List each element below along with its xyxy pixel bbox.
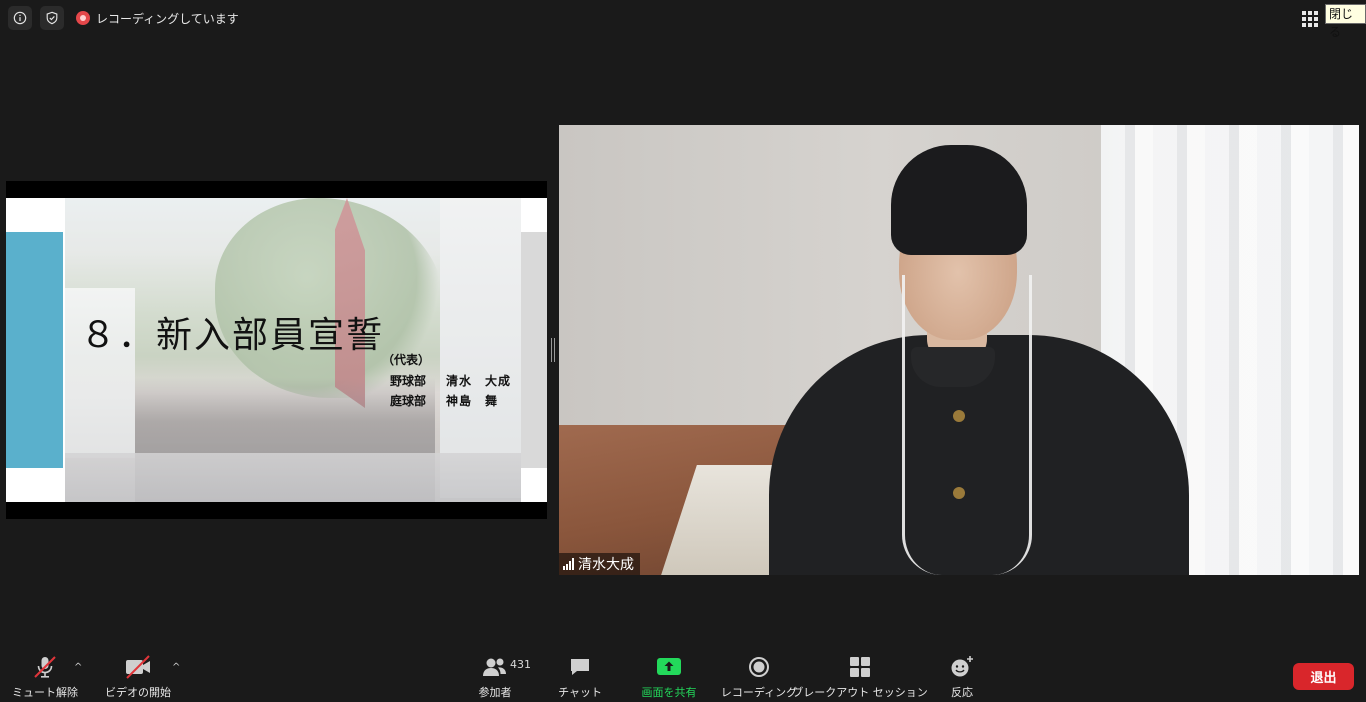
meeting-info-button[interactable] — [8, 6, 32, 30]
slide-member-row: 庭球部 神島 舞 — [390, 392, 516, 409]
share-screen-icon — [657, 658, 681, 675]
recording-icon — [76, 11, 90, 25]
slide-representative-label: （代表） — [382, 353, 431, 367]
slide-accent-bar — [6, 232, 63, 468]
video-options-caret[interactable]: ^ — [172, 662, 180, 673]
gallery-grid-icon[interactable] — [1302, 11, 1318, 27]
microphone-muted-icon — [34, 656, 56, 678]
slide-side-panel — [521, 232, 547, 468]
split-view-divider[interactable] — [551, 338, 555, 362]
reactions-button[interactable]: 反応 — [944, 654, 980, 700]
participants-label: 参加者 — [478, 686, 512, 699]
shield-icon — [46, 11, 58, 25]
participants-count: 431 — [510, 658, 531, 671]
record-button[interactable]: レコーディング — [721, 654, 797, 700]
breakout-rooms-icon — [850, 657, 870, 677]
meeting-top-bar: レコーディングしています 閉じる — [0, 0, 1366, 39]
participant-name: 清水大成 — [578, 557, 634, 573]
participant-video-tile[interactable]: 清水大成 — [559, 125, 1359, 575]
reactions-label: 反応 — [951, 686, 973, 699]
slide-club: 庭球部 — [390, 394, 427, 408]
start-video-button[interactable]: ビデオの開始 — [105, 654, 171, 700]
participants-icon — [483, 658, 506, 676]
close-tooltip: 閉じる — [1325, 4, 1366, 39]
slide-member-name: 神島 舞 — [446, 394, 499, 408]
breakout-rooms-label: ブレークアウト セッション — [792, 686, 928, 699]
info-icon — [13, 11, 27, 25]
breakout-rooms-button[interactable]: ブレークアウト セッション — [792, 654, 928, 700]
record-icon — [749, 657, 769, 677]
audio-options-caret[interactable]: ^ — [74, 662, 82, 673]
unmute-label: ミュート解除 — [12, 686, 78, 699]
leave-meeting-button[interactable]: 退出 — [1293, 663, 1354, 690]
slide-member-name: 清水 大成 — [446, 374, 512, 388]
meeting-toolbar: ミュート解除 ^ ビデオの開始 ^ 参加者 431 チャット 画面を共有 レコー… — [0, 644, 1366, 702]
slide-title: ８．新入部員宣誓 — [80, 315, 385, 356]
reaction-icon — [951, 656, 973, 677]
signal-icon — [563, 558, 574, 570]
start-video-label: ビデオの開始 — [105, 686, 171, 699]
recording-indicator[interactable]: レコーディングしています — [76, 8, 239, 28]
video-off-icon — [126, 655, 150, 679]
share-screen-label: 画面を共有 — [641, 686, 697, 699]
recording-status-text: レコーディングしています — [96, 11, 239, 26]
chat-label: チャット — [558, 686, 602, 699]
chat-button[interactable]: チャット — [558, 654, 602, 700]
share-screen-button[interactable]: 画面を共有 — [638, 654, 700, 700]
presentation-slide: ８．新入部員宣誓 （代表） 野球部 清水 大成 庭球部 神島 舞 — [6, 198, 547, 502]
participant-name-label: 清水大成 — [559, 553, 640, 575]
slide-club: 野球部 — [390, 374, 427, 388]
record-label: レコーディング — [720, 686, 798, 699]
chat-icon — [571, 659, 589, 675]
unmute-button[interactable]: ミュート解除 — [12, 654, 78, 700]
slide-member-row: 野球部 清水 大成 — [390, 372, 516, 389]
shared-screen[interactable]: ８．新入部員宣誓 （代表） 野球部 清水 大成 庭球部 神島 舞 — [6, 181, 547, 519]
security-button[interactable] — [40, 6, 64, 30]
